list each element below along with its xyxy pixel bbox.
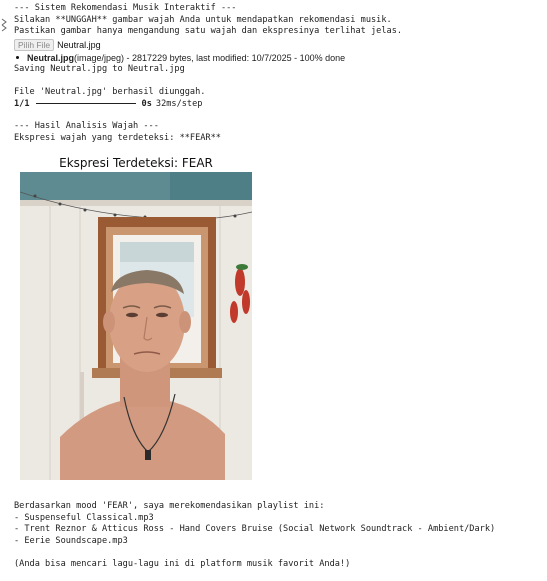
uploaded-file-name: Neutral.jpg [27,52,75,63]
recommendation-intro: Berdasarkan mood 'FEAR', saya merekomend… [14,501,325,511]
progress-rate: 32ms/step [155,98,203,109]
uploaded-file-details: (image/jpeg) - 2817229 bytes, last modif… [74,52,346,63]
face-photo [20,172,252,480]
progress-bar [35,103,136,105]
recommendation-output: Berdasarkan mood 'FEAR', saya merekomend… [14,501,544,570]
progress-step: 1/1 [14,98,30,109]
playlist-item: - Eerie Soundscape.mp3 [14,535,128,546]
detected-expression-line: Ekspresi wajah yang terdeteksi: **FEAR** [14,132,221,143]
header-line: --- Sistem Rekomendasi Musik Interaktif … [14,3,237,13]
saving-line: Saving Neutral.jpg to Neutral.jpg [14,63,185,74]
footer-note: (Anda bisa mencari lagu-lagu ini di plat… [14,558,351,569]
cell-output: --- Sistem Rekomendasi Musik Interaktif … [14,3,544,144]
chosen-file-name: Neutral.jpg [57,40,101,50]
instruction-line-2: Pastikan gambar hanya mengandung satu wa… [14,26,403,36]
playlist-item: - Suspenseful Classical.mp3 [14,512,154,523]
prediction-progress: 1/1 0s 32ms/step [14,98,544,110]
analysis-header: --- Hasil Analisis Wajah --- [14,121,159,131]
file-upload-widget: Pilih File Neutral.jpg [14,39,544,52]
figure-title: Ekspresi Terdeteksi: FEAR [59,156,213,170]
choose-file-button[interactable]: Pilih File [14,39,55,51]
upload-file-info: Neutral.jpg (image/jpeg) - 2817229 bytes… [14,52,544,64]
instruction-line-1: Silakan **UNGGAH** gambar wajah Anda unt… [14,14,392,25]
uploaded-line: File 'Neutral.jpg' berhasil diunggah. [14,86,206,97]
progress-status: 0s [141,98,152,109]
playlist-item: - Trent Reznor & Atticus Ross - Hand Cov… [14,524,496,534]
bullet-icon [16,56,19,59]
output-action-icon[interactable] [0,18,9,32]
result-figure: Ekspresi Terdeteksi: FEAR [20,155,252,480]
